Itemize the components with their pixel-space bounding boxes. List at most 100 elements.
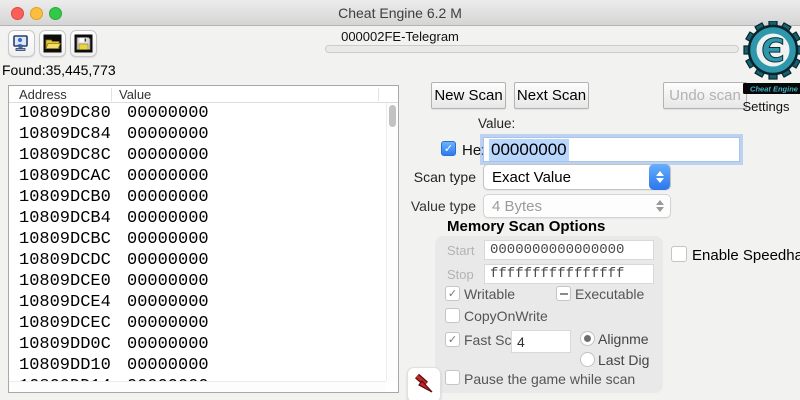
- next-scan-button[interactable]: Next Scan: [514, 82, 589, 109]
- svg-text:Є: Є: [761, 32, 784, 70]
- table-row[interactable]: 10809DD0C 00000000: [9, 334, 386, 355]
- writable-label: Writable: [464, 286, 515, 302]
- last-digits-radio[interactable]: [580, 352, 595, 367]
- value-cell: 00000000: [127, 145, 209, 166]
- enable-speedhack-label: Enable Speedha: [692, 247, 800, 264]
- table-row[interactable]: 10809DC8C 00000000: [9, 145, 386, 166]
- table-row[interactable]: 10809DCAC 00000000: [9, 166, 386, 187]
- check-icon: ✓: [448, 287, 457, 300]
- alignment-label: Alignme: [598, 331, 649, 347]
- value-type-value: 4 Bytes: [492, 198, 542, 215]
- logo-banner-text: Cheat Engine: [750, 85, 798, 94]
- scrollbar-thumb[interactable]: [389, 105, 396, 127]
- stop-address-input[interactable]: ffffffffffffffff: [484, 264, 654, 284]
- scan-value-input[interactable]: 00000000: [483, 137, 740, 162]
- start-label: Start: [447, 243, 474, 258]
- column-divider: [111, 88, 112, 101]
- value-cell: 00000000: [127, 208, 209, 229]
- scan-results-table: Address Value 10809DC80 00000000 10809DC…: [8, 85, 399, 393]
- attached-process-label: 000002FE-Telegram: [0, 29, 800, 44]
- executable-checkbox[interactable]: [556, 286, 571, 301]
- stop-label: Stop: [447, 267, 474, 282]
- selected-text: 00000000: [489, 139, 569, 161]
- address-cell: 10809DCE4: [19, 292, 127, 313]
- copyonwrite-label: CopyOnWrite: [464, 308, 548, 324]
- address-cell: 10809DCB0: [19, 187, 127, 208]
- value-cell: 00000000: [127, 313, 209, 334]
- table-row[interactable]: 10809DCE0 00000000: [9, 271, 386, 292]
- hex-checkbox[interactable]: ✓: [441, 141, 456, 156]
- value-type-select[interactable]: 4 Bytes: [483, 194, 671, 218]
- address-cell: 10809DC8C: [19, 145, 127, 166]
- copyonwrite-checkbox[interactable]: [445, 308, 460, 323]
- value-cell: 00000000: [127, 187, 209, 208]
- found-count-label: Found:35,445,773: [2, 62, 116, 78]
- scan-type-select[interactable]: Exact Value: [483, 164, 671, 190]
- address-cell: 10809DCEC: [19, 313, 127, 334]
- value-cell: 00000000: [127, 334, 209, 355]
- column-divider: [378, 88, 379, 101]
- settings-button[interactable]: Settings: [735, 99, 797, 114]
- vertical-scrollbar[interactable]: [386, 103, 398, 381]
- table-row[interactable]: 10809DCB4 00000000: [9, 208, 386, 229]
- address-cell: 10809DCAC: [19, 166, 127, 187]
- stop-address-value: ffffffffffffffff: [490, 266, 624, 282]
- table-row[interactable]: 10809DCB0 00000000: [9, 187, 386, 208]
- writable-checkbox[interactable]: ✓: [445, 286, 460, 301]
- add-address-button[interactable]: [407, 367, 441, 400]
- check-icon: ✓: [444, 142, 453, 155]
- table-row[interactable]: 10809DCE4 00000000: [9, 292, 386, 313]
- address-cell: 10809DD10: [19, 355, 127, 376]
- scan-progress-bar: [325, 45, 739, 53]
- window-title: Cheat Engine 6.2 M: [0, 5, 800, 21]
- indeterminate-icon: [560, 293, 568, 295]
- radio-dot-icon: [584, 335, 591, 342]
- address-cell: 10809DC80: [19, 103, 127, 124]
- titlebar: Cheat Engine 6.2 M: [0, 0, 800, 26]
- table-header: Address Value: [9, 86, 398, 103]
- table-row[interactable]: 10809DC84 00000000: [9, 124, 386, 145]
- fast-scan-checkbox[interactable]: ✓: [445, 332, 460, 347]
- value-cell: 00000000: [127, 229, 209, 250]
- address-cell: 10809DCBC: [19, 229, 127, 250]
- fast-scan-value: 4: [517, 334, 525, 350]
- value-cell: 00000000: [127, 250, 209, 271]
- address-cell: 10809DC84: [19, 124, 127, 145]
- last-digits-label: Last Dig: [598, 352, 649, 368]
- scan-type-label: Scan type: [396, 169, 476, 185]
- memory-scan-options-title: Memory Scan Options: [447, 218, 605, 235]
- table-row[interactable]: 10809DC80 00000000: [9, 103, 386, 124]
- address-column-header[interactable]: Address: [19, 87, 67, 102]
- chevron-up-down-icon: [649, 194, 670, 218]
- table-row[interactable]: 10809DD10 00000000: [9, 355, 386, 376]
- scan-results-list: 10809DC80 00000000 10809DC84 00000000 10…: [9, 103, 386, 381]
- chevron-up-down-icon: [649, 164, 670, 190]
- fast-scan-alignment-input[interactable]: 4: [511, 330, 571, 353]
- red-arrow-icon: [412, 373, 436, 397]
- pause-game-checkbox[interactable]: [445, 370, 460, 385]
- scan-type-value: Exact Value: [492, 169, 571, 186]
- horizontal-scrollbar[interactable]: [9, 381, 386, 392]
- memory-scan-options-group: Start 0000000000000000 Stop ffffffffffff…: [435, 236, 663, 393]
- value-cell: 00000000: [127, 355, 209, 376]
- enable-speedhack-checkbox[interactable]: [671, 246, 687, 262]
- value-cell: 00000000: [127, 166, 209, 187]
- new-scan-button[interactable]: New Scan: [431, 82, 506, 109]
- check-icon: ✓: [448, 333, 457, 346]
- value-column-header[interactable]: Value: [119, 87, 151, 102]
- value-cell: 00000000: [127, 271, 209, 292]
- address-cell: 10809DD0C: [19, 334, 127, 355]
- table-row[interactable]: 10809DCEC 00000000: [9, 313, 386, 334]
- value-label: Value:: [478, 116, 515, 131]
- table-row[interactable]: 10809DCDC 00000000: [9, 250, 386, 271]
- cheat-engine-logo: Є Cheat Engine: [742, 21, 800, 104]
- address-cell: 10809DCB4: [19, 208, 127, 229]
- table-row[interactable]: 10809DCBC 00000000: [9, 229, 386, 250]
- start-address-value: 0000000000000000: [490, 242, 624, 258]
- pause-game-label: Pause the game while scan: [464, 371, 635, 387]
- value-cell: 00000000: [127, 124, 209, 145]
- alignment-radio[interactable]: [580, 331, 595, 346]
- value-type-label: Value type: [392, 198, 476, 214]
- start-address-input[interactable]: 0000000000000000: [484, 240, 654, 260]
- cheat-engine-window: Cheat Engine 6.2 M 000002FE-Telegram Fo: [0, 0, 800, 400]
